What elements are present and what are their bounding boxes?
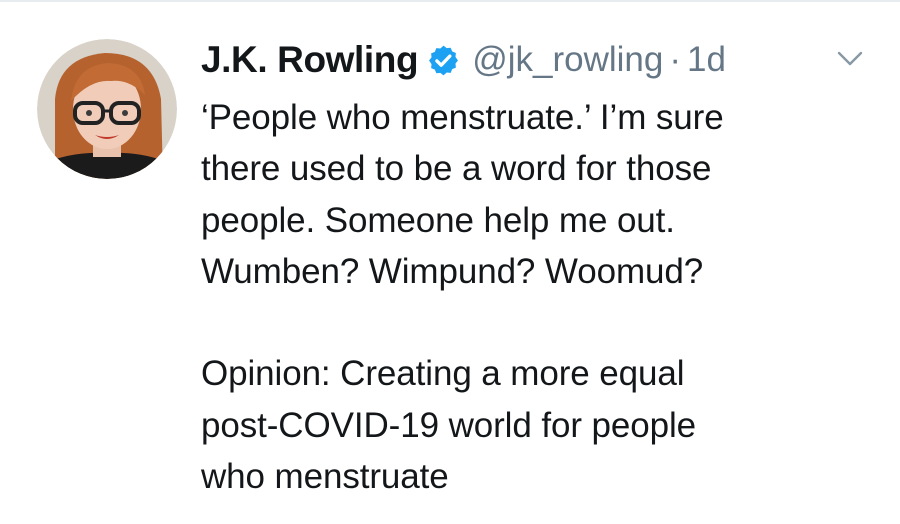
tweet-timestamp[interactable]: 1d — [687, 40, 726, 80]
tweet-text: ‘People who menstruate.’ I’m sure there … — [201, 92, 841, 502]
tweet-text-line: ‘People who menstruate.’ I’m sure — [201, 98, 724, 137]
avatar-image — [37, 39, 177, 179]
author-display-name[interactable]: J.K. Rowling — [201, 39, 419, 81]
top-divider — [0, 0, 900, 2]
tweet-text-line: people. Someone help me out. — [201, 200, 675, 240]
author-handle[interactable]: @jk_rowling — [472, 40, 663, 80]
meta-separator: · — [669, 40, 682, 79]
author-avatar[interactable] — [37, 39, 177, 179]
chevron-down-icon[interactable] — [835, 47, 865, 71]
tweet-text-line: there used to be a word for those — [201, 149, 712, 189]
tweet-header: J.K. Rowling @jk_rowling · 1d — [201, 36, 726, 84]
tweet-text-line: Wumben? Wimpund? Woomud? — [201, 251, 704, 291]
quoted-headline-line: Opinion: Creating a more equal — [201, 354, 685, 394]
verified-badge-icon — [427, 44, 460, 77]
quoted-headline-line: post-COVID-19 world for people — [201, 405, 696, 445]
quoted-headline-line: who menstruate — [201, 457, 449, 497]
